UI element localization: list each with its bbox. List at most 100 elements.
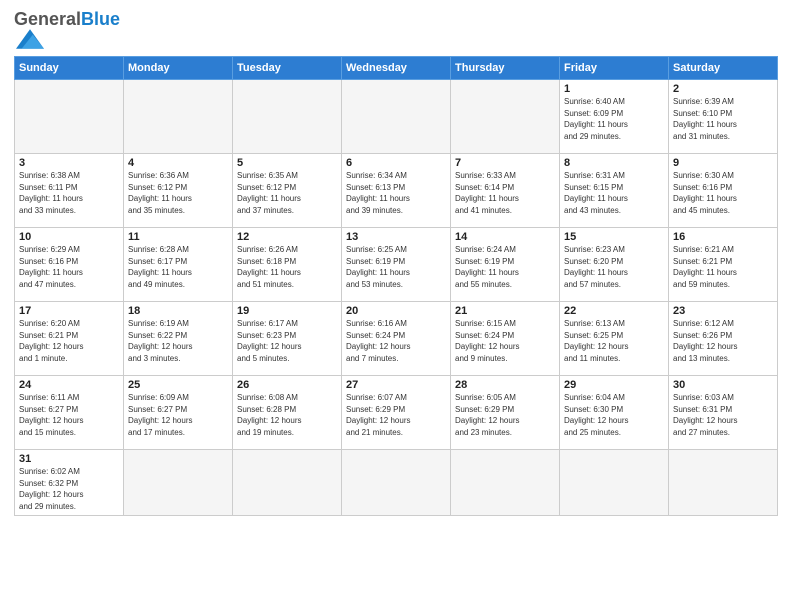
calendar-cell [124,450,233,516]
day-number: 5 [237,157,337,169]
day-info: Sunrise: 6:23 AM Sunset: 6:20 PM Dayligh… [564,244,664,290]
day-number: 17 [19,305,119,317]
day-info: Sunrise: 6:25 AM Sunset: 6:19 PM Dayligh… [346,244,446,290]
day-number: 1 [564,83,664,95]
week-row-4: 24Sunrise: 6:11 AM Sunset: 6:27 PM Dayli… [15,376,778,450]
calendar-cell: 26Sunrise: 6:08 AM Sunset: 6:28 PM Dayli… [233,376,342,450]
day-number: 7 [455,157,555,169]
calendar-cell [342,80,451,154]
calendar-cell: 3Sunrise: 6:38 AM Sunset: 6:11 PM Daylig… [15,154,124,228]
day-number: 29 [564,379,664,391]
day-number: 19 [237,305,337,317]
day-info: Sunrise: 6:35 AM Sunset: 6:12 PM Dayligh… [237,170,337,216]
day-number: 18 [128,305,228,317]
day-number: 15 [564,231,664,243]
calendar-cell: 2Sunrise: 6:39 AM Sunset: 6:10 PM Daylig… [669,80,778,154]
day-info: Sunrise: 6:21 AM Sunset: 6:21 PM Dayligh… [673,244,773,290]
day-number: 11 [128,231,228,243]
day-number: 16 [673,231,773,243]
weekday-header-row: SundayMondayTuesdayWednesdayThursdayFrid… [15,57,778,80]
day-number: 28 [455,379,555,391]
calendar-cell: 11Sunrise: 6:28 AM Sunset: 6:17 PM Dayli… [124,228,233,302]
day-number: 26 [237,379,337,391]
calendar-cell: 14Sunrise: 6:24 AM Sunset: 6:19 PM Dayli… [451,228,560,302]
day-info: Sunrise: 6:16 AM Sunset: 6:24 PM Dayligh… [346,318,446,364]
calendar-cell [15,80,124,154]
day-number: 14 [455,231,555,243]
day-number: 3 [19,157,119,169]
day-info: Sunrise: 6:31 AM Sunset: 6:15 PM Dayligh… [564,170,664,216]
logo-icon [16,28,44,50]
calendar-cell [124,80,233,154]
weekday-thursday: Thursday [451,57,560,80]
calendar-cell: 22Sunrise: 6:13 AM Sunset: 6:25 PM Dayli… [560,302,669,376]
page: GeneralBlue SundayMondayTuesdayWednesday… [0,0,792,522]
week-row-2: 10Sunrise: 6:29 AM Sunset: 6:16 PM Dayli… [15,228,778,302]
calendar-cell: 16Sunrise: 6:21 AM Sunset: 6:21 PM Dayli… [669,228,778,302]
week-row-0: 1Sunrise: 6:40 AM Sunset: 6:09 PM Daylig… [15,80,778,154]
day-info: Sunrise: 6:34 AM Sunset: 6:13 PM Dayligh… [346,170,446,216]
calendar-cell: 21Sunrise: 6:15 AM Sunset: 6:24 PM Dayli… [451,302,560,376]
calendar-cell: 6Sunrise: 6:34 AM Sunset: 6:13 PM Daylig… [342,154,451,228]
week-row-1: 3Sunrise: 6:38 AM Sunset: 6:11 PM Daylig… [15,154,778,228]
week-row-3: 17Sunrise: 6:20 AM Sunset: 6:21 PM Dayli… [15,302,778,376]
day-info: Sunrise: 6:12 AM Sunset: 6:26 PM Dayligh… [673,318,773,364]
day-info: Sunrise: 6:04 AM Sunset: 6:30 PM Dayligh… [564,392,664,438]
weekday-sunday: Sunday [15,57,124,80]
calendar-cell [560,450,669,516]
day-info: Sunrise: 6:11 AM Sunset: 6:27 PM Dayligh… [19,392,119,438]
day-info: Sunrise: 6:05 AM Sunset: 6:29 PM Dayligh… [455,392,555,438]
calendar-cell: 31Sunrise: 6:02 AM Sunset: 6:32 PM Dayli… [15,450,124,516]
day-info: Sunrise: 6:19 AM Sunset: 6:22 PM Dayligh… [128,318,228,364]
day-info: Sunrise: 6:26 AM Sunset: 6:18 PM Dayligh… [237,244,337,290]
calendar-table: SundayMondayTuesdayWednesdayThursdayFrid… [14,56,778,516]
day-info: Sunrise: 6:09 AM Sunset: 6:27 PM Dayligh… [128,392,228,438]
day-info: Sunrise: 6:07 AM Sunset: 6:29 PM Dayligh… [346,392,446,438]
calendar-cell: 24Sunrise: 6:11 AM Sunset: 6:27 PM Dayli… [15,376,124,450]
week-row-5: 31Sunrise: 6:02 AM Sunset: 6:32 PM Dayli… [15,450,778,516]
day-number: 10 [19,231,119,243]
calendar-cell: 27Sunrise: 6:07 AM Sunset: 6:29 PM Dayli… [342,376,451,450]
calendar-cell: 29Sunrise: 6:04 AM Sunset: 6:30 PM Dayli… [560,376,669,450]
calendar-cell: 13Sunrise: 6:25 AM Sunset: 6:19 PM Dayli… [342,228,451,302]
day-number: 31 [19,453,119,465]
logo-text: GeneralBlue [14,10,120,28]
day-info: Sunrise: 6:15 AM Sunset: 6:24 PM Dayligh… [455,318,555,364]
day-number: 13 [346,231,446,243]
weekday-friday: Friday [560,57,669,80]
day-info: Sunrise: 6:08 AM Sunset: 6:28 PM Dayligh… [237,392,337,438]
day-info: Sunrise: 6:30 AM Sunset: 6:16 PM Dayligh… [673,170,773,216]
day-info: Sunrise: 6:29 AM Sunset: 6:16 PM Dayligh… [19,244,119,290]
calendar-cell: 15Sunrise: 6:23 AM Sunset: 6:20 PM Dayli… [560,228,669,302]
calendar-cell: 9Sunrise: 6:30 AM Sunset: 6:16 PM Daylig… [669,154,778,228]
calendar-cell: 10Sunrise: 6:29 AM Sunset: 6:16 PM Dayli… [15,228,124,302]
calendar-cell [669,450,778,516]
day-number: 24 [19,379,119,391]
day-number: 22 [564,305,664,317]
calendar-cell: 12Sunrise: 6:26 AM Sunset: 6:18 PM Dayli… [233,228,342,302]
day-info: Sunrise: 6:39 AM Sunset: 6:10 PM Dayligh… [673,96,773,142]
day-info: Sunrise: 6:20 AM Sunset: 6:21 PM Dayligh… [19,318,119,364]
calendar-cell: 28Sunrise: 6:05 AM Sunset: 6:29 PM Dayli… [451,376,560,450]
day-number: 20 [346,305,446,317]
weekday-tuesday: Tuesday [233,57,342,80]
day-number: 27 [346,379,446,391]
calendar-cell: 25Sunrise: 6:09 AM Sunset: 6:27 PM Dayli… [124,376,233,450]
logo: GeneralBlue [14,10,120,50]
day-info: Sunrise: 6:02 AM Sunset: 6:32 PM Dayligh… [19,466,119,512]
calendar-cell: 23Sunrise: 6:12 AM Sunset: 6:26 PM Dayli… [669,302,778,376]
calendar-cell: 19Sunrise: 6:17 AM Sunset: 6:23 PM Dayli… [233,302,342,376]
calendar-cell [233,450,342,516]
day-info: Sunrise: 6:24 AM Sunset: 6:19 PM Dayligh… [455,244,555,290]
day-number: 12 [237,231,337,243]
day-number: 30 [673,379,773,391]
day-number: 25 [128,379,228,391]
calendar-cell: 7Sunrise: 6:33 AM Sunset: 6:14 PM Daylig… [451,154,560,228]
day-info: Sunrise: 6:33 AM Sunset: 6:14 PM Dayligh… [455,170,555,216]
calendar-cell: 1Sunrise: 6:40 AM Sunset: 6:09 PM Daylig… [560,80,669,154]
weekday-wednesday: Wednesday [342,57,451,80]
day-info: Sunrise: 6:40 AM Sunset: 6:09 PM Dayligh… [564,96,664,142]
calendar-cell: 17Sunrise: 6:20 AM Sunset: 6:21 PM Dayli… [15,302,124,376]
day-number: 4 [128,157,228,169]
header: GeneralBlue [14,10,778,50]
